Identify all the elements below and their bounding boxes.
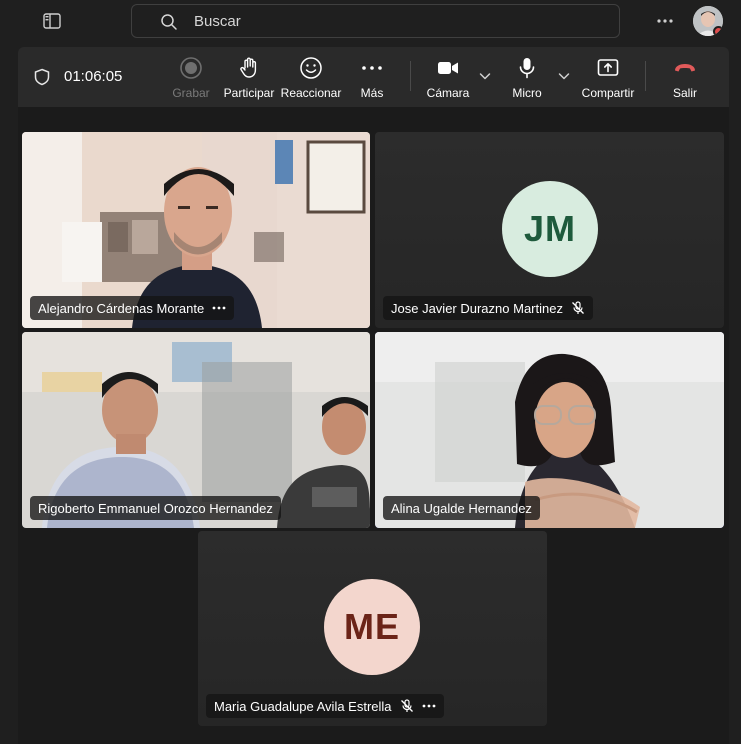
search-icon — [160, 13, 178, 31]
participant-name-pill: Maria Guadalupe Avila Estrella — [206, 694, 444, 718]
presence-busy-icon — [713, 26, 723, 36]
participant-tile[interactable]: JM Jose Javier Durazno Martinez — [375, 132, 724, 328]
meeting-toolbar: 01:06:05 Grabar Participar Reaccionar Má… — [18, 47, 729, 107]
toolbar-divider — [410, 61, 411, 91]
participant-name-pill: Alina Ugalde Hernandez — [383, 496, 540, 520]
mic-options-chevron-down-icon[interactable] — [557, 69, 571, 83]
sidebar-toggle-icon[interactable] — [40, 10, 64, 32]
record-icon — [178, 55, 204, 81]
record-button[interactable]: Grabar — [170, 55, 212, 103]
participant-name: Rigoberto Emmanuel Orozco Hernandez — [38, 500, 273, 516]
participant-more-options-icon[interactable] — [422, 699, 436, 713]
camera-options-chevron-down-icon[interactable] — [478, 69, 492, 83]
react-button[interactable]: Reaccionar — [281, 55, 341, 103]
participant-name: Jose Javier Durazno Martinez — [391, 300, 563, 316]
more-actions-button[interactable]: Más — [356, 55, 388, 103]
participant-tile-active-speaker[interactable]: Alina Ugalde Hernandez — [375, 332, 724, 528]
user-avatar[interactable] — [693, 6, 723, 36]
participant-initials-avatar: ME — [324, 579, 420, 675]
hang-up-phone-icon — [672, 55, 698, 81]
shield-icon — [33, 68, 51, 86]
share-screen-icon — [595, 55, 621, 81]
microphone-icon — [514, 55, 540, 81]
more-options-icon[interactable] — [652, 8, 678, 34]
ellipsis-icon — [359, 55, 385, 81]
app-top-bar — [0, 0, 741, 44]
participant-initials-avatar: JM — [502, 181, 598, 277]
search-box[interactable] — [131, 4, 620, 38]
hand-icon — [236, 55, 262, 81]
toolbar-divider — [645, 61, 646, 91]
participant-name-pill: Alejandro Cárdenas Morante — [30, 296, 235, 320]
participant-name: Maria Guadalupe Avila Estrella — [214, 698, 392, 714]
participant-tile[interactable]: Alejandro Cárdenas Morante — [22, 132, 370, 328]
mic-muted-icon — [400, 699, 414, 713]
participant-tile[interactable]: ME Maria Guadalupe Avila Estrella — [198, 531, 547, 726]
camera-button[interactable]: Cámara — [426, 55, 470, 103]
search-input[interactable] — [194, 5, 594, 37]
mic-muted-icon — [571, 301, 585, 315]
meeting-stage: Alejandro Cárdenas Morante JM Jose Javie… — [18, 107, 729, 744]
participant-tile[interactable]: Rigoberto Emmanuel Orozco Hernandez — [22, 332, 370, 528]
participant-name-pill: Jose Javier Durazno Martinez — [383, 296, 593, 320]
video-camera-icon — [435, 55, 461, 81]
participant-more-options-icon[interactable] — [212, 301, 226, 315]
participant-name: Alina Ugalde Hernandez — [391, 500, 532, 516]
share-button[interactable]: Compartir — [581, 55, 635, 103]
participant-name: Alejandro Cárdenas Morante — [38, 300, 205, 316]
leave-button[interactable]: Salir — [667, 55, 703, 103]
microphone-button[interactable]: Micro — [510, 55, 544, 103]
participant-name-pill: Rigoberto Emmanuel Orozco Hernandez — [30, 496, 281, 520]
raise-hand-button[interactable]: Participar — [222, 55, 276, 103]
smiley-icon — [298, 55, 324, 81]
meeting-timer: 01:06:05 — [64, 68, 123, 85]
